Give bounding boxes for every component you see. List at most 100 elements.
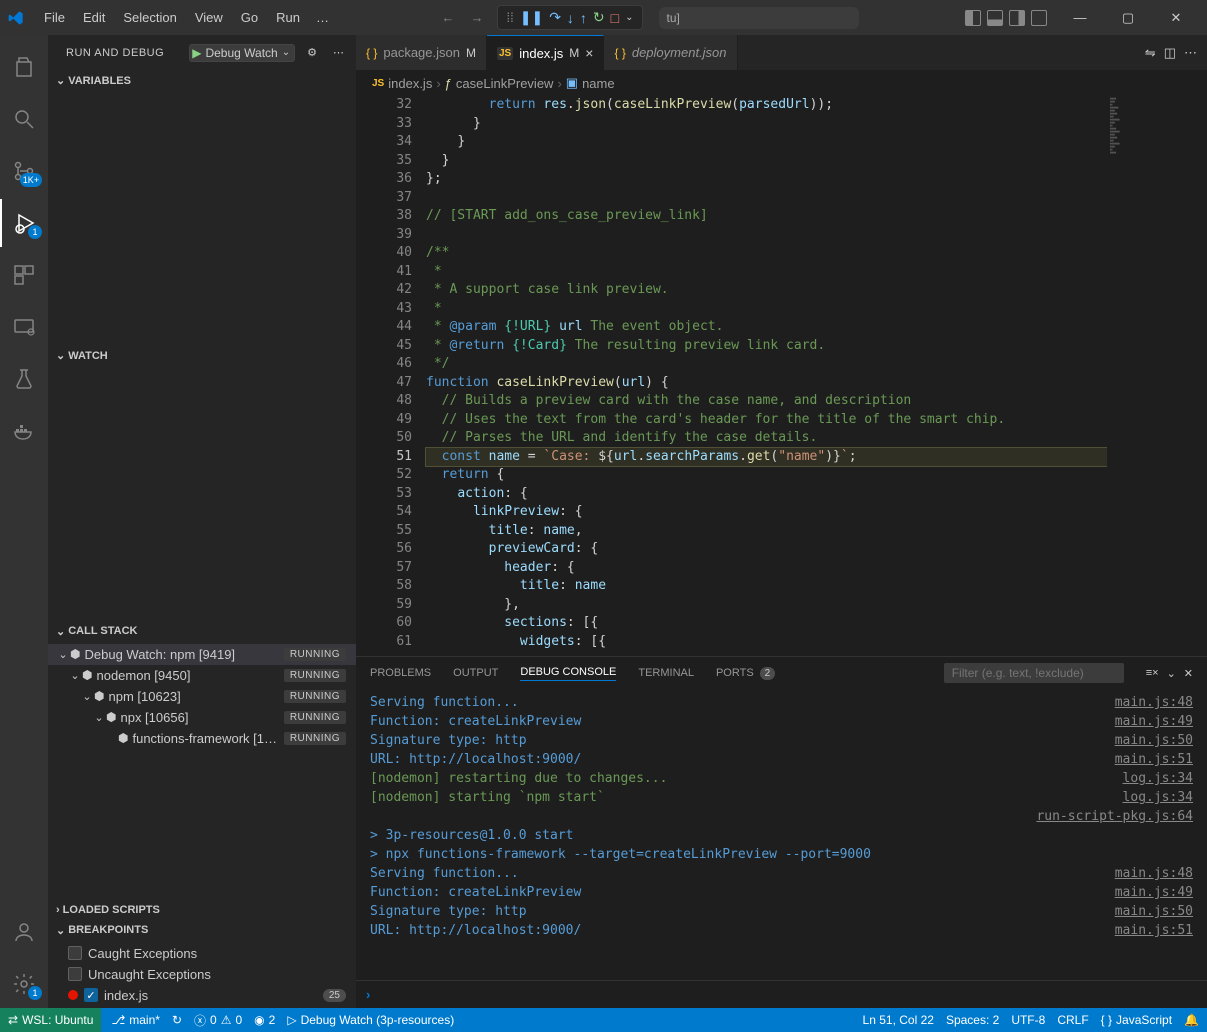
- line-gutter[interactable]: 3233343536373839404142434445464748495051…: [374, 96, 424, 656]
- menu-view[interactable]: View: [187, 6, 231, 29]
- panel-tab-debug-console[interactable]: DEBUG CONSOLE: [520, 666, 616, 681]
- docker-icon[interactable]: [0, 407, 48, 455]
- console-source-link[interactable]: log.js:34: [1123, 769, 1207, 788]
- section-breakpoints[interactable]: ⌄ BREAKPOINTS: [48, 920, 356, 941]
- console-source-link[interactable]: main.js:48: [1115, 693, 1207, 712]
- debug-stop-button[interactable]: □: [611, 10, 619, 26]
- views-more-icon[interactable]: ⋯: [329, 44, 348, 61]
- minimize-button[interactable]: —: [1057, 0, 1103, 35]
- debug-console-output[interactable]: Serving function...main.js:48Function: c…: [356, 689, 1207, 980]
- debug-drag-icon[interactable]: ⁞⁞: [506, 10, 513, 25]
- compare-icon[interactable]: ⇋: [1145, 45, 1156, 61]
- notifications-icon[interactable]: 🔔: [1184, 1013, 1199, 1027]
- panel-tab-output[interactable]: OUTPUT: [453, 667, 498, 679]
- tab-close-icon[interactable]: ×: [585, 45, 593, 61]
- nav-back[interactable]: ←: [435, 8, 460, 27]
- nav-forward[interactable]: →: [464, 8, 489, 27]
- remote-explorer-icon[interactable]: [0, 303, 48, 351]
- settings-gear-icon[interactable]: 1: [0, 960, 48, 1008]
- layout-toggle-primary-icon[interactable]: [965, 10, 981, 26]
- debug-config-selector[interactable]: ▶ Debug Watch ⌄: [189, 44, 295, 62]
- editor-tab[interactable]: { }package.jsonM: [356, 35, 487, 70]
- panel-tab-terminal[interactable]: TERMINAL: [638, 667, 694, 679]
- callstack-row[interactable]: ⌄⬢Debug Watch: npm [9419]RUNNING: [48, 644, 356, 665]
- console-source-link[interactable]: main.js:51: [1115, 921, 1207, 940]
- layout-customize-icon[interactable]: [1031, 10, 1047, 26]
- remote-indicator[interactable]: ⇄ WSL: Ubuntu: [0, 1008, 101, 1032]
- ports-status[interactable]: ◉2: [254, 1013, 275, 1027]
- console-source-link[interactable]: main.js:49: [1115, 883, 1207, 902]
- debug-console-input[interactable]: ›: [356, 980, 1207, 1008]
- split-editor-icon[interactable]: ◫: [1164, 45, 1176, 61]
- menu-overflow[interactable]: …: [308, 6, 337, 29]
- command-center[interactable]: tu]: [659, 7, 859, 29]
- layout-toggle-secondary-icon[interactable]: [1009, 10, 1025, 26]
- chevron-icon[interactable]: ⌄: [68, 669, 82, 682]
- breadcrumbs[interactable]: JS index.js › ƒ caseLinkPreview › ▣ name: [356, 70, 1207, 96]
- chevron-icon[interactable]: ⌄: [92, 711, 106, 724]
- layout-toggle-panel-icon[interactable]: [987, 10, 1003, 26]
- search-icon[interactable]: [0, 95, 48, 143]
- explorer-icon[interactable]: [0, 43, 48, 91]
- problems-status[interactable]: ⓧ0 ⚠0: [194, 1012, 242, 1029]
- breadcrumb-item[interactable]: caseLinkPreview: [456, 76, 554, 91]
- debug-pause-button[interactable]: ❚❚: [520, 9, 543, 26]
- source-control-icon[interactable]: 1K+: [0, 147, 48, 195]
- git-branch[interactable]: ⎇ main*: [111, 1013, 160, 1027]
- chevron-icon[interactable]: ⌄: [56, 648, 70, 661]
- section-watch[interactable]: ⌄ WATCH: [48, 345, 356, 366]
- cursor-position[interactable]: Ln 51, Col 22: [863, 1013, 934, 1027]
- menu-go[interactable]: Go: [233, 6, 266, 29]
- start-debug-icon[interactable]: ▶: [192, 46, 201, 60]
- close-panel-icon[interactable]: ✕: [1184, 667, 1193, 680]
- console-source-link[interactable]: main.js:50: [1115, 731, 1207, 750]
- editor-tab[interactable]: JSindex.jsM×: [487, 35, 605, 70]
- menu-file[interactable]: File: [36, 6, 73, 29]
- breakpoint-uncaught-exceptions[interactable]: Uncaught Exceptions: [48, 964, 356, 985]
- encoding-status[interactable]: UTF-8: [1011, 1013, 1045, 1027]
- checkbox[interactable]: [68, 946, 82, 960]
- more-actions-icon[interactable]: ⋯: [1184, 45, 1197, 61]
- section-callstack[interactable]: ⌄ CALL STACK: [48, 621, 356, 642]
- callstack-row[interactable]: ⌄⬢npx [10656]RUNNING: [48, 707, 356, 728]
- console-source-link[interactable]: log.js:34: [1123, 788, 1207, 807]
- console-source-link[interactable]: run-script-pkg.js:64: [1036, 807, 1207, 826]
- checkbox[interactable]: [68, 967, 82, 981]
- eol-status[interactable]: CRLF: [1057, 1013, 1088, 1027]
- callstack-row[interactable]: ⌄⬢nodemon [9450]RUNNING: [48, 665, 356, 686]
- accounts-icon[interactable]: [0, 908, 48, 956]
- section-variables[interactable]: ⌄ VARIABLES: [48, 70, 356, 91]
- indentation-status[interactable]: Spaces: 2: [946, 1013, 999, 1027]
- breakpoint-caught-exceptions[interactable]: Caught Exceptions: [48, 943, 356, 964]
- extensions-icon[interactable]: [0, 251, 48, 299]
- section-loaded-scripts[interactable]: › LOADED SCRIPTS: [48, 900, 356, 920]
- editor-tab[interactable]: { }deployment.json: [604, 35, 737, 70]
- maximize-button[interactable]: ▢: [1105, 0, 1151, 35]
- sync-button[interactable]: ↻: [172, 1013, 182, 1027]
- glyph-margin[interactable]: [356, 96, 374, 656]
- menu-selection[interactable]: Selection: [115, 6, 184, 29]
- debug-restart-button[interactable]: ↻: [593, 9, 605, 26]
- console-source-link[interactable]: main.js:51: [1115, 750, 1207, 769]
- clear-console-icon[interactable]: ≡×: [1146, 667, 1159, 679]
- callstack-row[interactable]: ⬢functions-framework [106…RUNNING: [48, 728, 356, 749]
- debug-step-into-button[interactable]: ↓: [567, 10, 574, 26]
- panel-tab-ports[interactable]: PORTS2: [716, 667, 775, 680]
- testing-icon[interactable]: [0, 355, 48, 403]
- console-source-link[interactable]: main.js:50: [1115, 902, 1207, 921]
- open-launch-json-icon[interactable]: ⚙: [303, 44, 321, 61]
- console-source-link[interactable]: main.js:49: [1115, 712, 1207, 731]
- menu-edit[interactable]: Edit: [75, 6, 113, 29]
- breakpoint-index-js[interactable]: ✓ index.js 25: [48, 985, 356, 1006]
- debug-status[interactable]: ▷ Debug Watch (3p-resources): [287, 1013, 454, 1027]
- checkbox[interactable]: ✓: [84, 988, 98, 1002]
- panel-tab-problems[interactable]: PROBLEMS: [370, 667, 431, 679]
- editor-body[interactable]: 3233343536373839404142434445464748495051…: [356, 96, 1207, 656]
- debug-step-out-button[interactable]: ↑: [580, 10, 587, 26]
- chevron-icon[interactable]: ⌄: [80, 690, 94, 703]
- menu-run[interactable]: Run: [268, 6, 308, 29]
- code-content[interactable]: return res.json(caseLinkPreview(parsedUr…: [424, 96, 1107, 656]
- language-status[interactable]: { } JavaScript: [1101, 1013, 1172, 1027]
- minimap[interactable]: ▆▆▆▆▆▆▆▆▆▆▆▆▆▆▆▆▆▆▆▆▆▆▆▆▆▆▆▆▆▆▆▆▆▆▆▆▆▆▆▆…: [1107, 96, 1207, 656]
- console-source-link[interactable]: main.js:48: [1115, 864, 1207, 883]
